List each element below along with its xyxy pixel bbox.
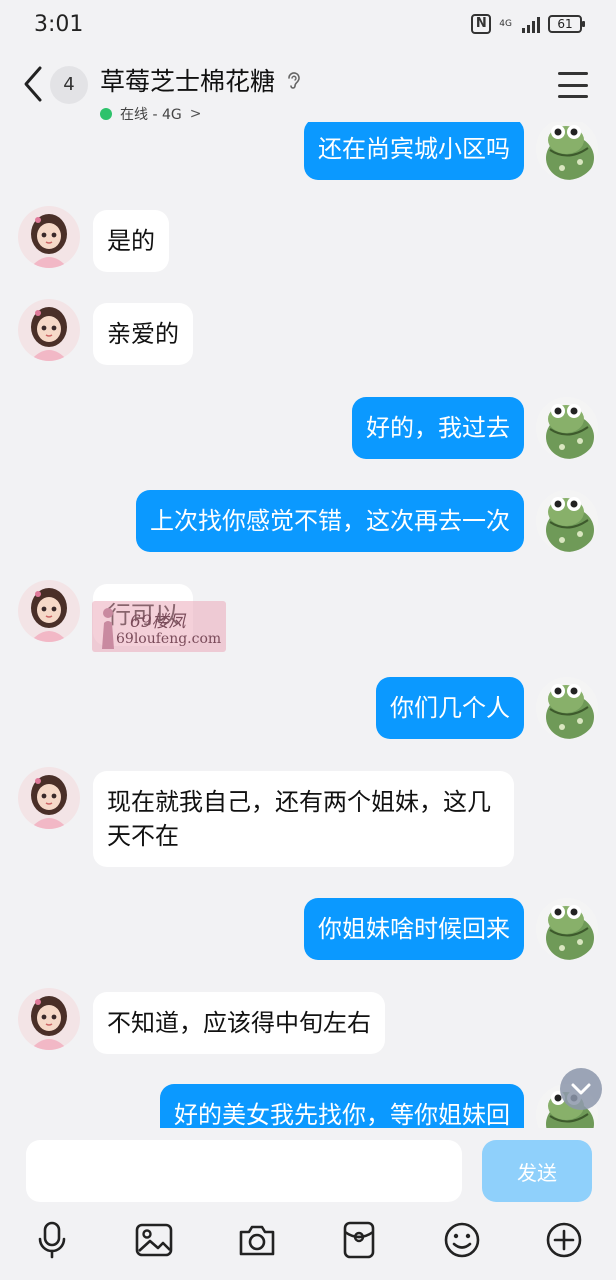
my-avatar[interactable] — [536, 490, 598, 552]
incoming-bubble[interactable]: 是的 — [93, 210, 169, 272]
status-icons: N 4G 61 — [471, 14, 585, 34]
red-packet-icon[interactable] — [339, 1220, 379, 1260]
incoming-bubble[interactable]: 亲爱的 — [93, 303, 193, 365]
outgoing-bubble[interactable]: 你们几个人 — [376, 677, 524, 739]
message-input[interactable] — [26, 1140, 462, 1202]
watermark-site: 69loufeng.com — [116, 631, 222, 647]
contact-avatar[interactable] — [18, 767, 80, 829]
incoming-bubble[interactable]: 不知道，应该得中旬左右 — [93, 992, 385, 1054]
outgoing-bubble[interactable]: 好的，我过去 — [352, 397, 524, 459]
my-avatar[interactable] — [536, 397, 598, 459]
chevron-down-icon — [571, 1083, 591, 1095]
plus-icon[interactable] — [544, 1220, 584, 1260]
incoming-bubble[interactable]: 现在就我自己，还有两个姐妹，这几天不在 — [93, 771, 514, 867]
chat-header: 4 草莓芝士棉花糖 在线 - 4G > — [0, 50, 616, 124]
outgoing-bubble[interactable]: 还在尚宾城小区吗 — [304, 122, 524, 180]
contact-name: 草莓芝士棉花糖 — [100, 67, 276, 96]
ear-icon — [288, 72, 300, 89]
microphone-icon[interactable] — [32, 1220, 72, 1260]
chevron-right-icon: > — [189, 106, 202, 122]
online-status-dot — [100, 108, 112, 120]
my-avatar[interactable] — [536, 122, 598, 180]
watermark-figure-icon — [102, 608, 114, 649]
contact-info[interactable]: 草莓芝士棉花糖 在线 - 4G > — [100, 62, 303, 124]
contact-avatar[interactable] — [18, 206, 80, 268]
image-icon[interactable] — [134, 1220, 174, 1260]
status-bar: 3:01 N 4G 61 — [0, 0, 616, 48]
scroll-to-bottom-button[interactable] — [560, 1068, 602, 1110]
back-icon[interactable] — [18, 62, 48, 106]
contact-avatar[interactable] — [18, 299, 80, 361]
contact-avatar[interactable] — [18, 580, 80, 642]
contact-avatar[interactable] — [18, 988, 80, 1050]
nfc-icon: N — [471, 14, 492, 34]
toolbar — [0, 1214, 616, 1268]
input-bar: 发送 — [0, 1128, 616, 1280]
network-type: 4G — [499, 18, 512, 29]
emoji-icon[interactable] — [442, 1220, 482, 1260]
watermark: 69楼凤 69loufeng.com — [92, 601, 226, 652]
send-button[interactable]: 发送 — [482, 1140, 592, 1202]
outgoing-bubble[interactable]: 上次找你感觉不错，这次再去一次 — [136, 490, 524, 552]
signal-icon — [522, 15, 540, 33]
unread-count-badge[interactable]: 4 — [50, 66, 88, 104]
outgoing-bubble[interactable]: 好的美女我先找你，等你姐妹回 — [160, 1084, 524, 1128]
my-avatar[interactable] — [536, 677, 598, 739]
outgoing-bubble[interactable]: 你姐妹啥时候回来 — [304, 898, 524, 960]
battery-icon: 61 — [548, 15, 585, 33]
online-status-text: 在线 - 4G — [120, 107, 182, 123]
my-avatar[interactable] — [536, 898, 598, 960]
watermark-brand: 69楼凤 — [130, 612, 186, 632]
status-time: 3:01 — [34, 11, 84, 37]
camera-icon[interactable] — [237, 1220, 277, 1260]
menu-icon[interactable] — [558, 72, 588, 98]
